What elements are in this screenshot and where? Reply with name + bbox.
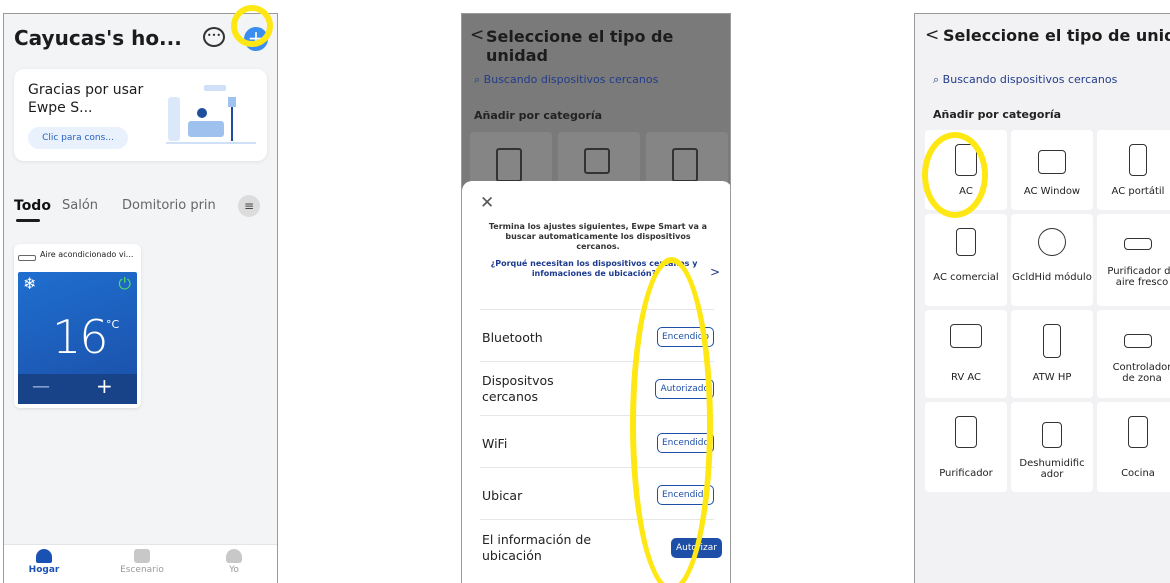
temperature-unit: °C (106, 318, 120, 331)
ac-window-icon (1038, 150, 1066, 174)
tab-domitorio[interactable]: Domitorio prin (122, 198, 216, 213)
category-deshumidificador[interactable]: Deshumidificador (1011, 402, 1093, 492)
category-ac-comercial[interactable]: AC comercial (925, 214, 1007, 306)
ac-unit-icon (18, 255, 36, 261)
calendar-icon (134, 549, 150, 563)
commercial-ac-icon (956, 228, 976, 256)
ac-icon (496, 148, 522, 182)
category-label: Purificador (939, 468, 993, 479)
sheet-description: Termina los ajustes siguientes, Ewpe Sma… (488, 222, 708, 251)
home-title: Cayucas's ho... (14, 26, 182, 50)
category-controlador-zona[interactable]: Controlador de zona (1097, 310, 1170, 398)
category-label: AC portátil (1111, 186, 1165, 197)
category-cocina[interactable]: Cocina (1097, 402, 1170, 492)
category-ac-window[interactable]: AC Window (1011, 130, 1093, 210)
cloud-module-icon (1038, 228, 1066, 256)
permission-label: Ubicar (482, 488, 523, 503)
ac-portable-icon (1129, 144, 1147, 176)
temperature-value: 16 (52, 310, 109, 364)
highlight-ellipse-permissions (630, 257, 713, 583)
permission-label: WiFi (482, 436, 508, 451)
promo-text: Gracias por usar Ewpe S... (28, 82, 144, 116)
category-label: Purificador de aire fresco (1107, 266, 1170, 288)
search-status-text: Buscando dispositivos cercanos (483, 73, 659, 86)
bottom-tab-bar: Hogar Escenario Yo (4, 544, 277, 583)
home-screen: Cayucas's ho... ••• + Gracias por usar E… (3, 13, 278, 583)
category-label: AC Window (1023, 186, 1081, 197)
promo-button[interactable]: Clic para cons... (28, 127, 128, 149)
category-heading: Añadir por categoría (474, 109, 603, 122)
search-status-text: Buscando dispositivos cercanos (942, 73, 1118, 86)
category-heading: Añadir por categoría (933, 108, 1062, 121)
promo-card[interactable]: Gracias por usar Ewpe S... Clic para con… (14, 69, 267, 161)
chevron-right-icon[interactable]: > (710, 265, 720, 279)
category-ac-portatil[interactable]: AC portátil (1097, 130, 1170, 210)
category-gcldhid[interactable]: GcldHid módulo (1011, 214, 1093, 306)
room-tabs: Todo Salón Domitorio prin (14, 198, 274, 222)
promo-illustration (166, 85, 256, 144)
power-icon[interactable]: ⏻ (118, 274, 131, 294)
search-status: ⌕ Buscando dispositivos cercanos (474, 73, 659, 86)
tabbar-label: Escenario (120, 565, 164, 575)
dehumidifier-icon (1042, 422, 1062, 448)
ac-window-icon (584, 148, 610, 174)
device-name: Aire acondicionado vi... (40, 250, 134, 259)
menu-icon[interactable]: ≡ (238, 195, 260, 217)
purifier-icon (955, 416, 977, 448)
home-icon (36, 549, 52, 563)
search-status: ⌕ Buscando dispositivos cercanos (933, 73, 1118, 86)
active-tab-indicator (16, 219, 40, 222)
category-label: AC comercial (933, 272, 999, 283)
page-title: Seleccione el tipo de unidad (943, 26, 1170, 45)
category-label: GcldHid módulo (1012, 272, 1092, 283)
permission-label: Dispositvos cercanos (482, 373, 554, 404)
zone-controller-icon (1124, 334, 1152, 348)
tab-salon[interactable]: Salón (62, 198, 98, 213)
device-card[interactable]: Aire acondicionado vi... ❄ ⏻ 16 °C — + (14, 244, 141, 408)
device-control-panel: ❄ ⏻ 16 °C — + (18, 272, 137, 404)
heat-pump-icon (1043, 324, 1061, 358)
user-icon (226, 549, 242, 563)
tabbar-label: Yo (229, 565, 239, 575)
category-rv-ac[interactable]: RV AC (925, 310, 1007, 398)
tabbar-label: Hogar (28, 565, 60, 575)
category-purificador[interactable]: Purificador (925, 402, 1007, 492)
rv-icon (950, 324, 982, 348)
decrease-temp-button[interactable]: — (32, 376, 50, 397)
temperature-controls: — + (18, 374, 137, 404)
close-icon[interactable]: ✕ (480, 193, 494, 213)
highlight-circle-add (231, 5, 273, 47)
tabbar-escenario[interactable]: Escenario (112, 549, 172, 575)
back-icon[interactable]: < (925, 25, 939, 45)
page-title: Seleccione el tipo de unidad (486, 27, 674, 65)
category-label: ATW HP (1032, 372, 1072, 383)
kitchen-icon (1128, 416, 1148, 448)
unit-type-screen: < Seleccione el tipo de unidad ⌕ Buscand… (914, 13, 1170, 583)
back-icon[interactable]: < (470, 25, 484, 45)
permission-label: El información de ubicación (482, 532, 592, 563)
tabbar-hogar[interactable]: Hogar (14, 549, 74, 575)
category-label: Controlador de zona (1112, 362, 1170, 384)
permissions-screen: < Seleccione el tipo de unidad ⌕ Buscand… (461, 13, 731, 583)
ac-portable-icon (672, 148, 698, 182)
tab-todo[interactable]: Todo (14, 198, 51, 214)
category-label: RV AC (950, 372, 982, 383)
chat-bubble-icon[interactable]: ••• (203, 27, 225, 47)
highlight-circle-ac (922, 132, 988, 218)
category-label: Cocina (1121, 468, 1155, 479)
permission-label: Bluetooth (482, 330, 543, 345)
increase-temp-button[interactable]: + (96, 374, 113, 398)
category-label: Deshumidificador (1019, 458, 1085, 480)
snowflake-icon: ❄ (23, 274, 37, 293)
category-purificador-aire[interactable]: Purificador de aire fresco (1097, 214, 1170, 306)
category-atw-hp[interactable]: ATW HP (1011, 310, 1093, 398)
fresh-air-icon (1124, 238, 1152, 250)
screenshot-collage: Cayucas's ho... ••• + Gracias por usar E… (0, 0, 1170, 583)
tabbar-yo[interactable]: Yo (204, 549, 264, 575)
